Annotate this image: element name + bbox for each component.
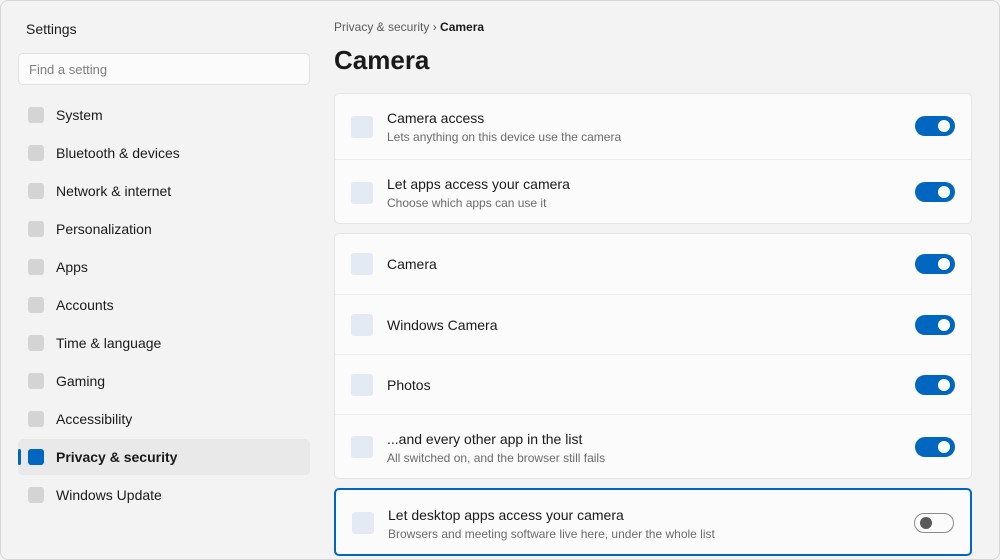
sidebar-item-personalization[interactable]: Personalization bbox=[18, 211, 310, 247]
row-subtitle: Lets anything on this device use the cam… bbox=[387, 130, 622, 144]
page-title: Camera bbox=[334, 45, 430, 75]
sidebar-item-label: Accessibility bbox=[56, 411, 133, 427]
windows-camera-icon bbox=[351, 314, 373, 336]
row-title: Camera bbox=[387, 256, 437, 272]
breadcrumb: Privacy & security › Camera bbox=[334, 20, 484, 34]
camera-access-card: Camera access Lets anything on this devi… bbox=[334, 93, 972, 224]
sidebar-item-windows-update[interactable]: Windows Update bbox=[18, 477, 310, 513]
app-row-photos[interactable]: Photos bbox=[335, 354, 971, 414]
desktop-apps-card: Let desktop apps access your camera Brow… bbox=[334, 488, 972, 556]
sidebar-item-label: Apps bbox=[56, 259, 88, 275]
camera-access-toggle[interactable] bbox=[915, 116, 955, 136]
row-title: Let desktop apps access your camera bbox=[388, 507, 624, 523]
let-apps-access-toggle[interactable] bbox=[915, 182, 955, 202]
row-subtitle: Browsers and meeting software live here,… bbox=[388, 527, 715, 541]
breadcrumb-parent[interactable]: Privacy & security bbox=[334, 20, 429, 34]
sidebar-item-accounts[interactable]: Accounts bbox=[18, 287, 310, 323]
sidebar-nav: System Bluetooth & devices Network & int… bbox=[18, 97, 310, 515]
app-list-card: Camera Windows Camera Photos ...and ever… bbox=[334, 233, 972, 479]
camera-app-toggle[interactable] bbox=[915, 254, 955, 274]
sidebar-item-label: Privacy & security bbox=[56, 449, 178, 465]
system-icon bbox=[28, 107, 44, 123]
sidebar-item-network[interactable]: Network & internet bbox=[18, 173, 310, 209]
sidebar-item-system[interactable]: System bbox=[18, 97, 310, 133]
other-apps-icon bbox=[351, 436, 373, 458]
desktop-apps-icon bbox=[352, 512, 374, 534]
sidebar-item-label: System bbox=[56, 107, 103, 123]
accessibility-icon bbox=[28, 411, 44, 427]
personalization-icon bbox=[28, 221, 44, 237]
windows-update-icon bbox=[28, 487, 44, 503]
sidebar-item-bluetooth[interactable]: Bluetooth & devices bbox=[18, 135, 310, 171]
sidebar-item-label: Windows Update bbox=[56, 487, 162, 503]
photos-toggle[interactable] bbox=[915, 375, 955, 395]
apps-icon bbox=[351, 182, 373, 204]
sidebar: Settings System Bluetooth & devices Netw… bbox=[1, 1, 321, 559]
sidebar-item-apps[interactable]: Apps bbox=[18, 249, 310, 285]
sidebar-item-label: Bluetooth & devices bbox=[56, 145, 180, 161]
sidebar-item-label: Network & internet bbox=[56, 183, 172, 199]
other-apps-toggle[interactable] bbox=[915, 437, 955, 457]
bluetooth-icon bbox=[28, 145, 44, 161]
sidebar-item-label: Gaming bbox=[56, 373, 106, 389]
sidebar-item-time-language[interactable]: Time & language bbox=[18, 325, 310, 361]
sidebar-item-label: Time & language bbox=[56, 335, 162, 351]
row-title: Let apps access your camera bbox=[387, 176, 570, 192]
row-subtitle: Choose which apps can use it bbox=[387, 196, 547, 210]
accounts-icon bbox=[28, 297, 44, 313]
row-title: Camera access bbox=[387, 110, 485, 126]
let-apps-access-row[interactable]: Let apps access your camera Choose which… bbox=[335, 159, 971, 223]
settings-window: Settings System Bluetooth & devices Netw… bbox=[0, 0, 1000, 560]
camera-app-icon bbox=[351, 253, 373, 275]
row-subtitle: All switched on, and the browser still f… bbox=[387, 451, 606, 465]
windows-camera-toggle[interactable] bbox=[915, 315, 955, 335]
camera-access-row[interactable]: Camera access Lets anything on this devi… bbox=[335, 94, 971, 159]
network-icon bbox=[28, 183, 44, 199]
sidebar-item-privacy-security[interactable]: Privacy & security bbox=[18, 439, 310, 475]
camera-icon bbox=[351, 116, 373, 138]
row-title: Windows Camera bbox=[387, 317, 498, 333]
desktop-apps-row[interactable]: Let desktop apps access your camera Brow… bbox=[336, 490, 970, 554]
desktop-apps-toggle[interactable] bbox=[914, 513, 954, 533]
sidebar-item-label: Accounts bbox=[56, 297, 114, 313]
sidebar-item-accessibility[interactable]: Accessibility bbox=[18, 401, 310, 437]
app-row-camera[interactable]: Camera bbox=[335, 234, 971, 294]
sidebar-item-label: Personalization bbox=[56, 221, 152, 237]
photos-icon bbox=[351, 374, 373, 396]
app-row-windows-camera[interactable]: Windows Camera bbox=[335, 294, 971, 354]
row-title: Photos bbox=[387, 377, 431, 393]
breadcrumb-current: Camera bbox=[440, 20, 485, 34]
row-title: ...and every other app in the list bbox=[387, 431, 583, 447]
app-title: Settings bbox=[26, 21, 77, 37]
privacy-shield-icon bbox=[28, 449, 44, 465]
search-input[interactable] bbox=[18, 53, 310, 85]
breadcrumb-separator: › bbox=[432, 20, 437, 34]
sidebar-item-gaming[interactable]: Gaming bbox=[18, 363, 310, 399]
app-row-other-apps[interactable]: ...and every other app in the list All s… bbox=[335, 414, 971, 478]
time-language-icon bbox=[28, 335, 44, 351]
apps-icon bbox=[28, 259, 44, 275]
gaming-icon bbox=[28, 373, 44, 389]
